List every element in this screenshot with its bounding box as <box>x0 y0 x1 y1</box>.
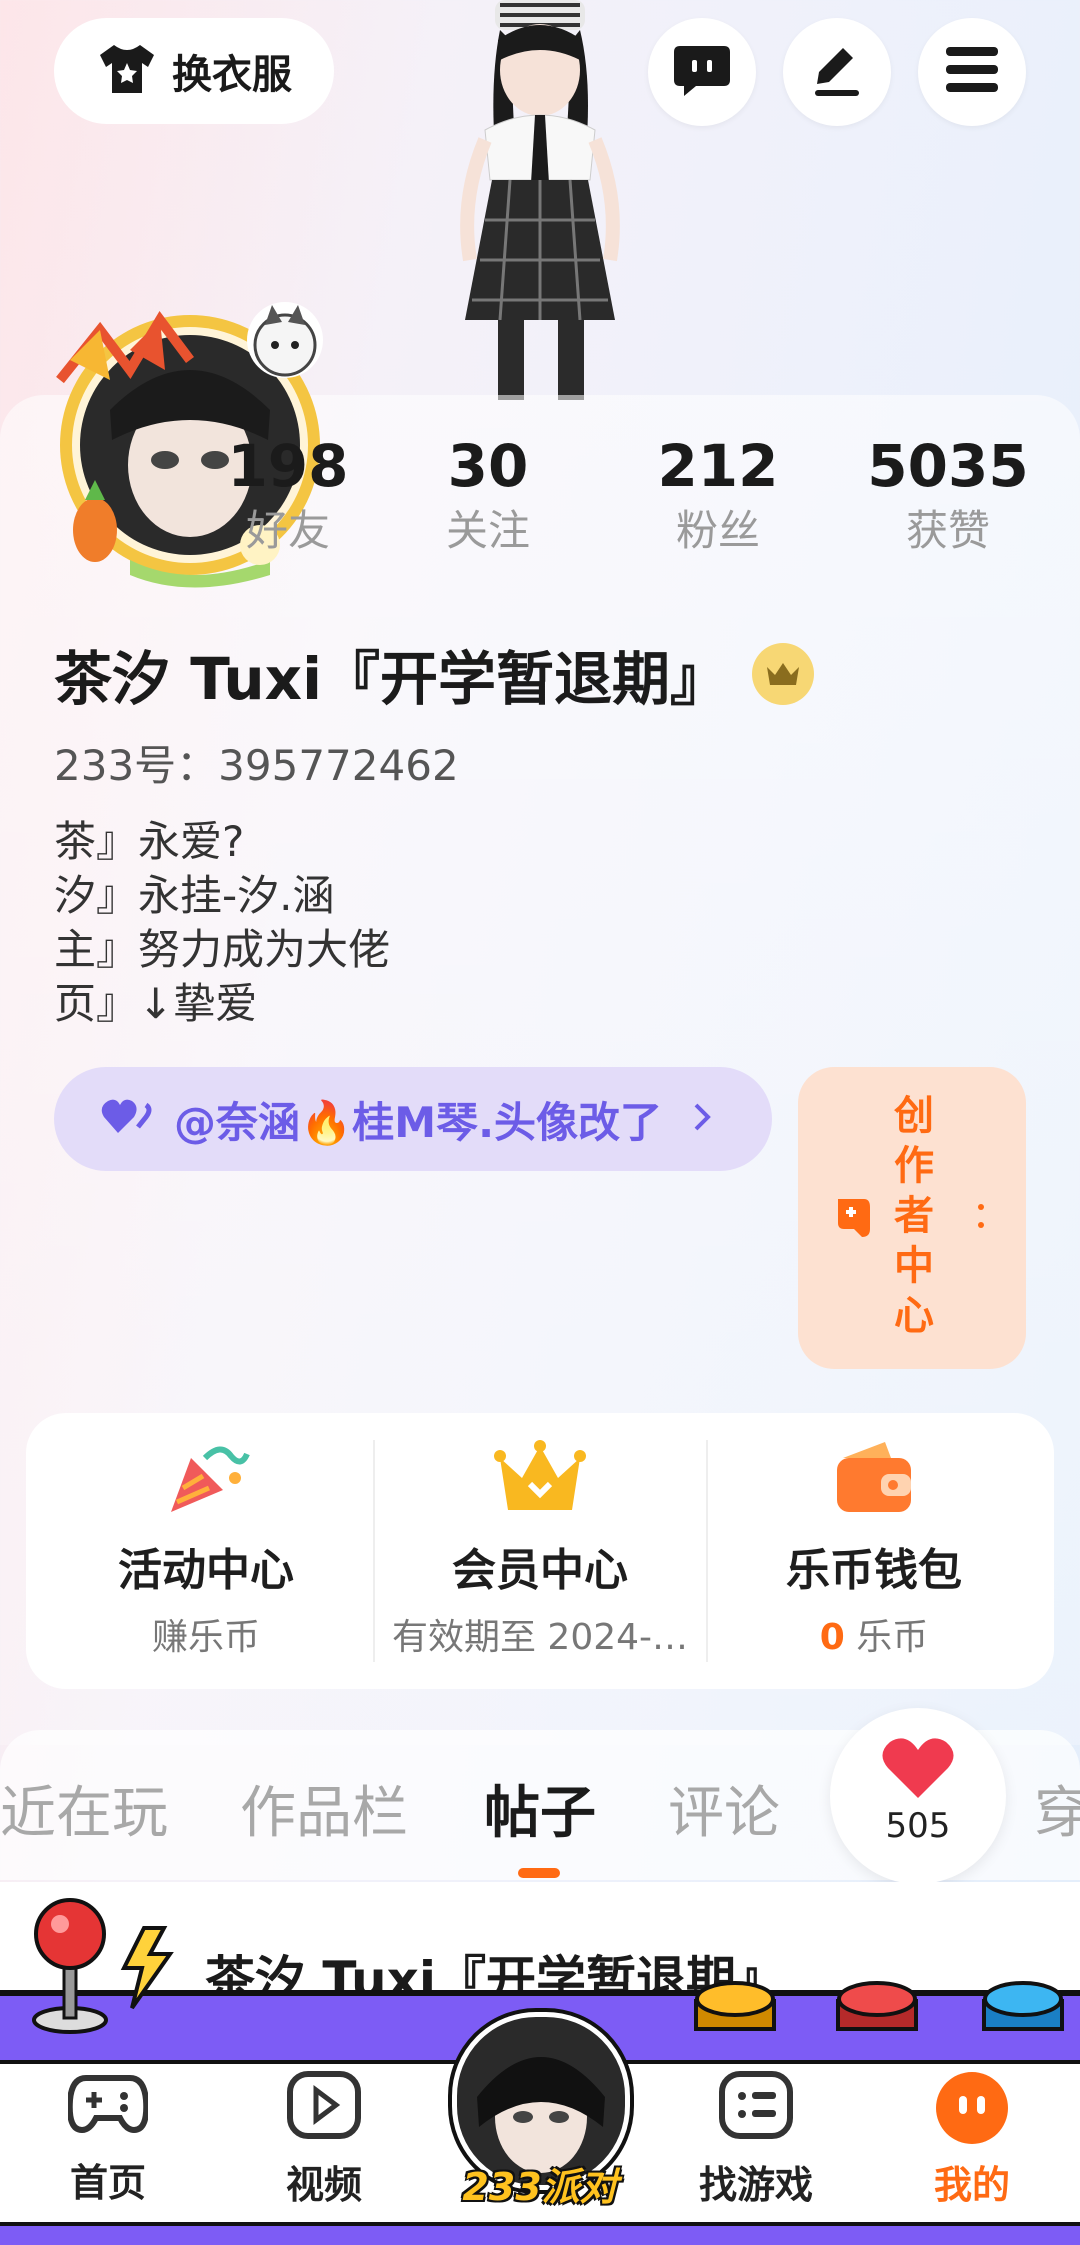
more-dots-icon <box>978 1203 984 1233</box>
nav-label: 找游戏 <box>698 2163 813 2207</box>
tab-comments[interactable]: 评论 <box>668 1768 780 1849</box>
stat-friends[interactable]: 198 好友 <box>188 432 388 562</box>
avatar-character[interactable] <box>410 0 670 400</box>
stat-label: 关注 <box>445 506 530 555</box>
coin-wallet-button[interactable]: 乐币钱包 0 乐币 <box>724 1438 1024 1660</box>
pen-icon <box>809 42 865 102</box>
coin-count: 0 <box>819 1617 845 1658</box>
stat-label: 好友 <box>245 506 330 555</box>
membership-center-button[interactable]: 会员中心 有效期至 2024-… <box>390 1438 690 1660</box>
menu-button[interactable] <box>918 18 1026 126</box>
play-icon <box>286 2071 362 2144</box>
stat-fans[interactable]: 212 粉丝 <box>618 432 818 562</box>
bio-line: 主』努力成为大佬 <box>54 925 391 974</box>
crown-icon <box>494 1440 586 1522</box>
chevron-right-icon <box>692 1101 712 1137</box>
menu-icon <box>944 45 1000 99</box>
arcade-button-red <box>832 1975 922 2039</box>
crown-badge-icon[interactable] <box>751 643 814 705</box>
user-id[interactable]: 233号：395772462 <box>54 732 459 793</box>
nav-label: 首页 <box>69 2161 146 2205</box>
shirt-icon <box>96 41 158 101</box>
stat-following[interactable]: 30 关注 <box>388 432 588 562</box>
nav-home[interactable]: 首页 <box>18 2070 198 2207</box>
me-face-icon <box>934 2072 1010 2150</box>
game-list-icon <box>718 2071 794 2144</box>
feature-title: 乐币钱包 <box>786 1545 962 1596</box>
nav-party-label: 233派对 <box>462 2165 618 2209</box>
tab-works[interactable]: 作品栏 <box>240 1768 408 1849</box>
nav-label: 我的 <box>933 2163 1010 2207</box>
stat-likes[interactable]: 5035 获赞 <box>848 432 1048 562</box>
feature-subtitle: 赚乐币 <box>151 1617 260 1658</box>
stat-label: 获赞 <box>905 506 990 555</box>
nav-me[interactable]: 我的 <box>882 2070 1062 2209</box>
stat-value: 212 <box>657 432 779 500</box>
gamepad-icon <box>66 2075 150 2142</box>
like-badge[interactable]: 505 <box>830 1708 1006 1884</box>
bio-line: 汐』永挂-汐.涵 <box>54 871 335 920</box>
stat-label: 粉丝 <box>675 506 760 555</box>
edit-button[interactable] <box>783 18 891 126</box>
tab-recent[interactable]: 近在玩 <box>0 1768 168 1849</box>
tab-outfits[interactable]: 穿 <box>1034 1768 1080 1849</box>
mention-pill[interactable]: @奈涵🔥桂M琴.头像改了 <box>54 1067 772 1171</box>
coin-unit: 乐币 <box>856 1617 929 1658</box>
arcade-button-blue <box>978 1975 1068 2039</box>
feature-subtitle: 0 乐币 <box>724 1608 1024 1660</box>
nav-bottom-bar <box>0 2222 1080 2245</box>
wallet-icon <box>829 1442 919 1522</box>
heart-icon <box>830 1736 1006 1806</box>
bio: 茶』永爱? 汐』永挂-汐.涵 主』努力成为大佬 页』↓挚爱 <box>54 815 390 1031</box>
nav-label: 视频 <box>285 2163 362 2207</box>
tab-posts[interactable]: 帖子 <box>484 1768 596 1849</box>
hearts-icon <box>100 1097 156 1141</box>
feature-title: 会员中心 <box>452 1545 628 1596</box>
mention-text: @奈涵🔥桂M琴.头像改了 <box>174 1097 663 1147</box>
arcade-button-yellow <box>690 1975 780 2039</box>
nav-party[interactable]: 233派对 <box>452 2012 630 2211</box>
party-popper-icon <box>161 1446 251 1522</box>
outfit-label: 换衣服 <box>172 52 292 98</box>
stat-value: 5035 <box>867 432 1029 500</box>
stat-value: 198 <box>227 432 349 500</box>
feature-title: 活动中心 <box>118 1545 294 1596</box>
nav-find-games[interactable]: 找游戏 <box>666 2070 846 2209</box>
chat-icon <box>672 42 732 102</box>
joystick-icon <box>24 1888 194 2042</box>
gamepad-plus-icon <box>834 1195 874 1245</box>
active-tab-indicator <box>518 1868 560 1878</box>
like-count: 505 <box>885 1806 951 1846</box>
activity-center-button[interactable]: 活动中心 赚乐币 <box>56 1438 356 1660</box>
outfit-button[interactable]: 换衣服 <box>54 18 334 124</box>
nav-video[interactable]: 视频 <box>234 2070 414 2209</box>
stat-value: 30 <box>447 432 529 500</box>
feature-subtitle: 有效期至 2024-… <box>391 1617 689 1658</box>
creator-center-label: 创作者中心 <box>894 1093 934 1339</box>
bio-line: 页』↓挚爱 <box>54 979 258 1028</box>
divider <box>706 1440 708 1662</box>
creator-center-button[interactable]: 创作者中心 <box>798 1067 1026 1369</box>
profile-name: 茶汐 Tuxi『开学暂退期』 <box>54 645 728 713</box>
divider <box>373 1440 375 1662</box>
bio-line: 茶』永爱? <box>54 817 245 866</box>
